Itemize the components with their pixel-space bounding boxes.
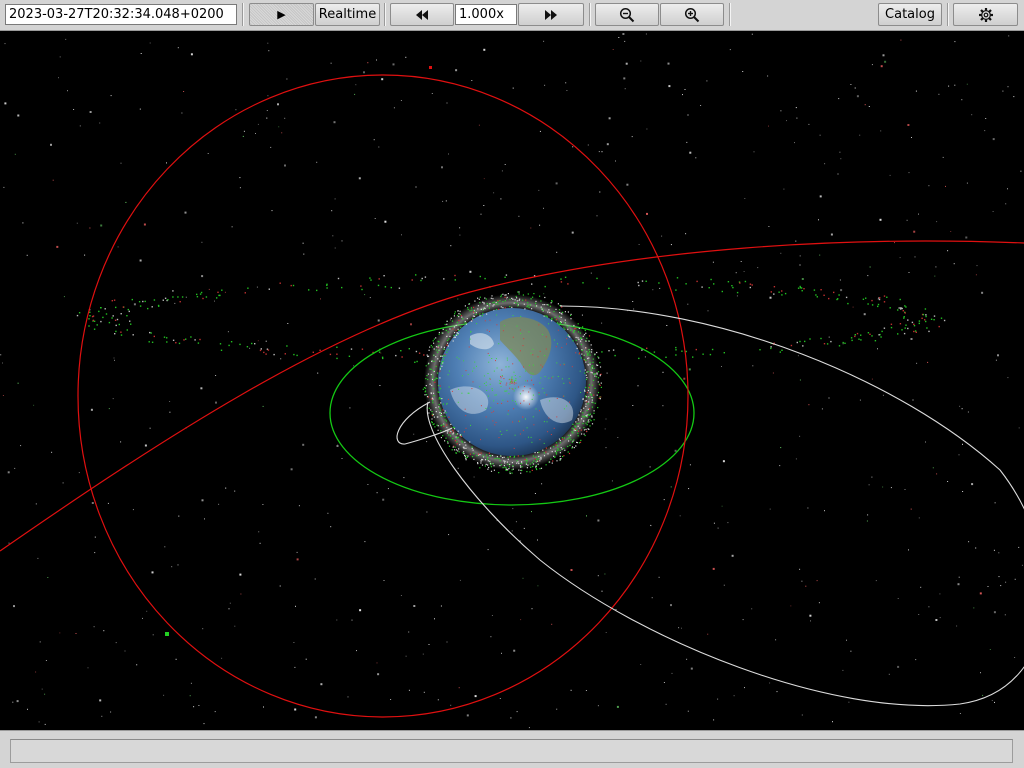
realtime-button-label: Realtime [318,7,377,22]
rewind-button[interactable] [390,3,454,26]
toolbar: 2023-03-27T20:32:34.048+0200 ▶ Realtime … [0,0,1024,31]
toolbar-separator [384,3,386,26]
speed-input[interactable]: 1.000x [455,4,517,25]
catalog-button-label: Catalog [885,7,935,22]
fast-forward-button[interactable] [518,3,584,26]
zoom-in-icon [684,7,700,22]
zoom-out-button[interactable] [595,3,659,26]
satellite-marker[interactable] [429,66,432,69]
play-button[interactable]: ▶ [249,3,314,26]
settings-button[interactable] [953,3,1018,26]
zoom-in-button[interactable] [660,3,724,26]
satellite-tracker-window: 2023-03-27T20:32:34.048+0200 ▶ Realtime … [0,0,1024,768]
satellite-marker[interactable] [165,632,169,636]
orbit-scene[interactable] [0,31,1024,730]
rewind-icon [416,9,428,20]
sun-glint [513,384,539,410]
datetime-input[interactable]: 2023-03-27T20:32:34.048+0200 [5,4,237,25]
settings-gear-icon [978,7,993,22]
toolbar-separator [242,3,244,26]
toolbar-separator [947,3,949,26]
catalog-button[interactable]: Catalog [878,3,942,26]
toolbar-separator [589,3,591,26]
status-field [10,739,1013,763]
realtime-button[interactable]: Realtime [315,3,380,26]
toolbar-separator [729,3,731,26]
zoom-out-icon [619,7,635,22]
fast-forward-icon [545,9,557,20]
status-bar [0,730,1024,768]
play-icon: ▶ [277,8,286,21]
orbit-viewport[interactable] [0,31,1024,730]
